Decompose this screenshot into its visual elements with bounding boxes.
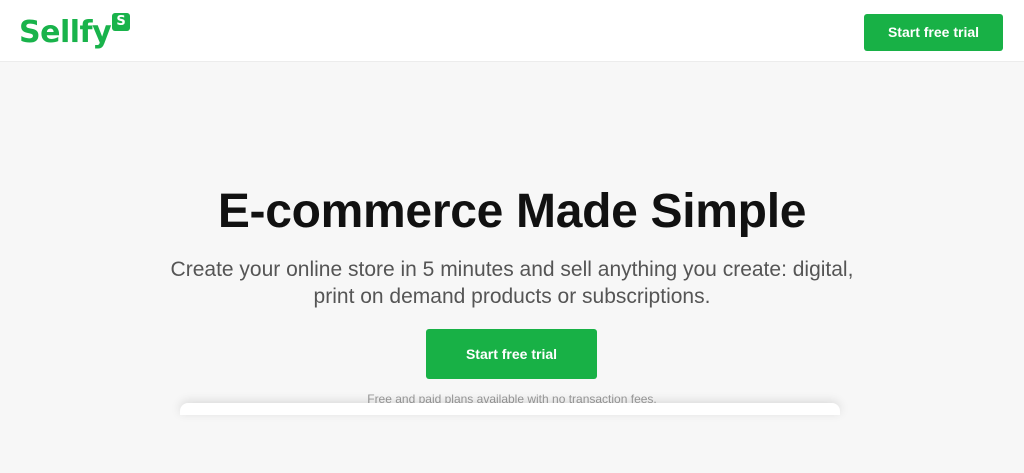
hero-subtitle: Create your online store in 5 minutes an… — [170, 258, 854, 308]
header-start-free-trial-button[interactable]: Start free trial — [864, 14, 1003, 51]
site-header: Sellfy S Start free trial — [0, 0, 1024, 62]
logo-badge-icon: S — [112, 13, 130, 31]
product-preview-card — [180, 403, 840, 415]
hero-title: E-commerce Made Simple — [217, 185, 807, 238]
hero-start-free-trial-button[interactable]: Start free trial — [426, 329, 597, 379]
logo-text: Sellfy — [19, 15, 112, 50]
sellfy-logo[interactable]: Sellfy S — [19, 13, 134, 53]
